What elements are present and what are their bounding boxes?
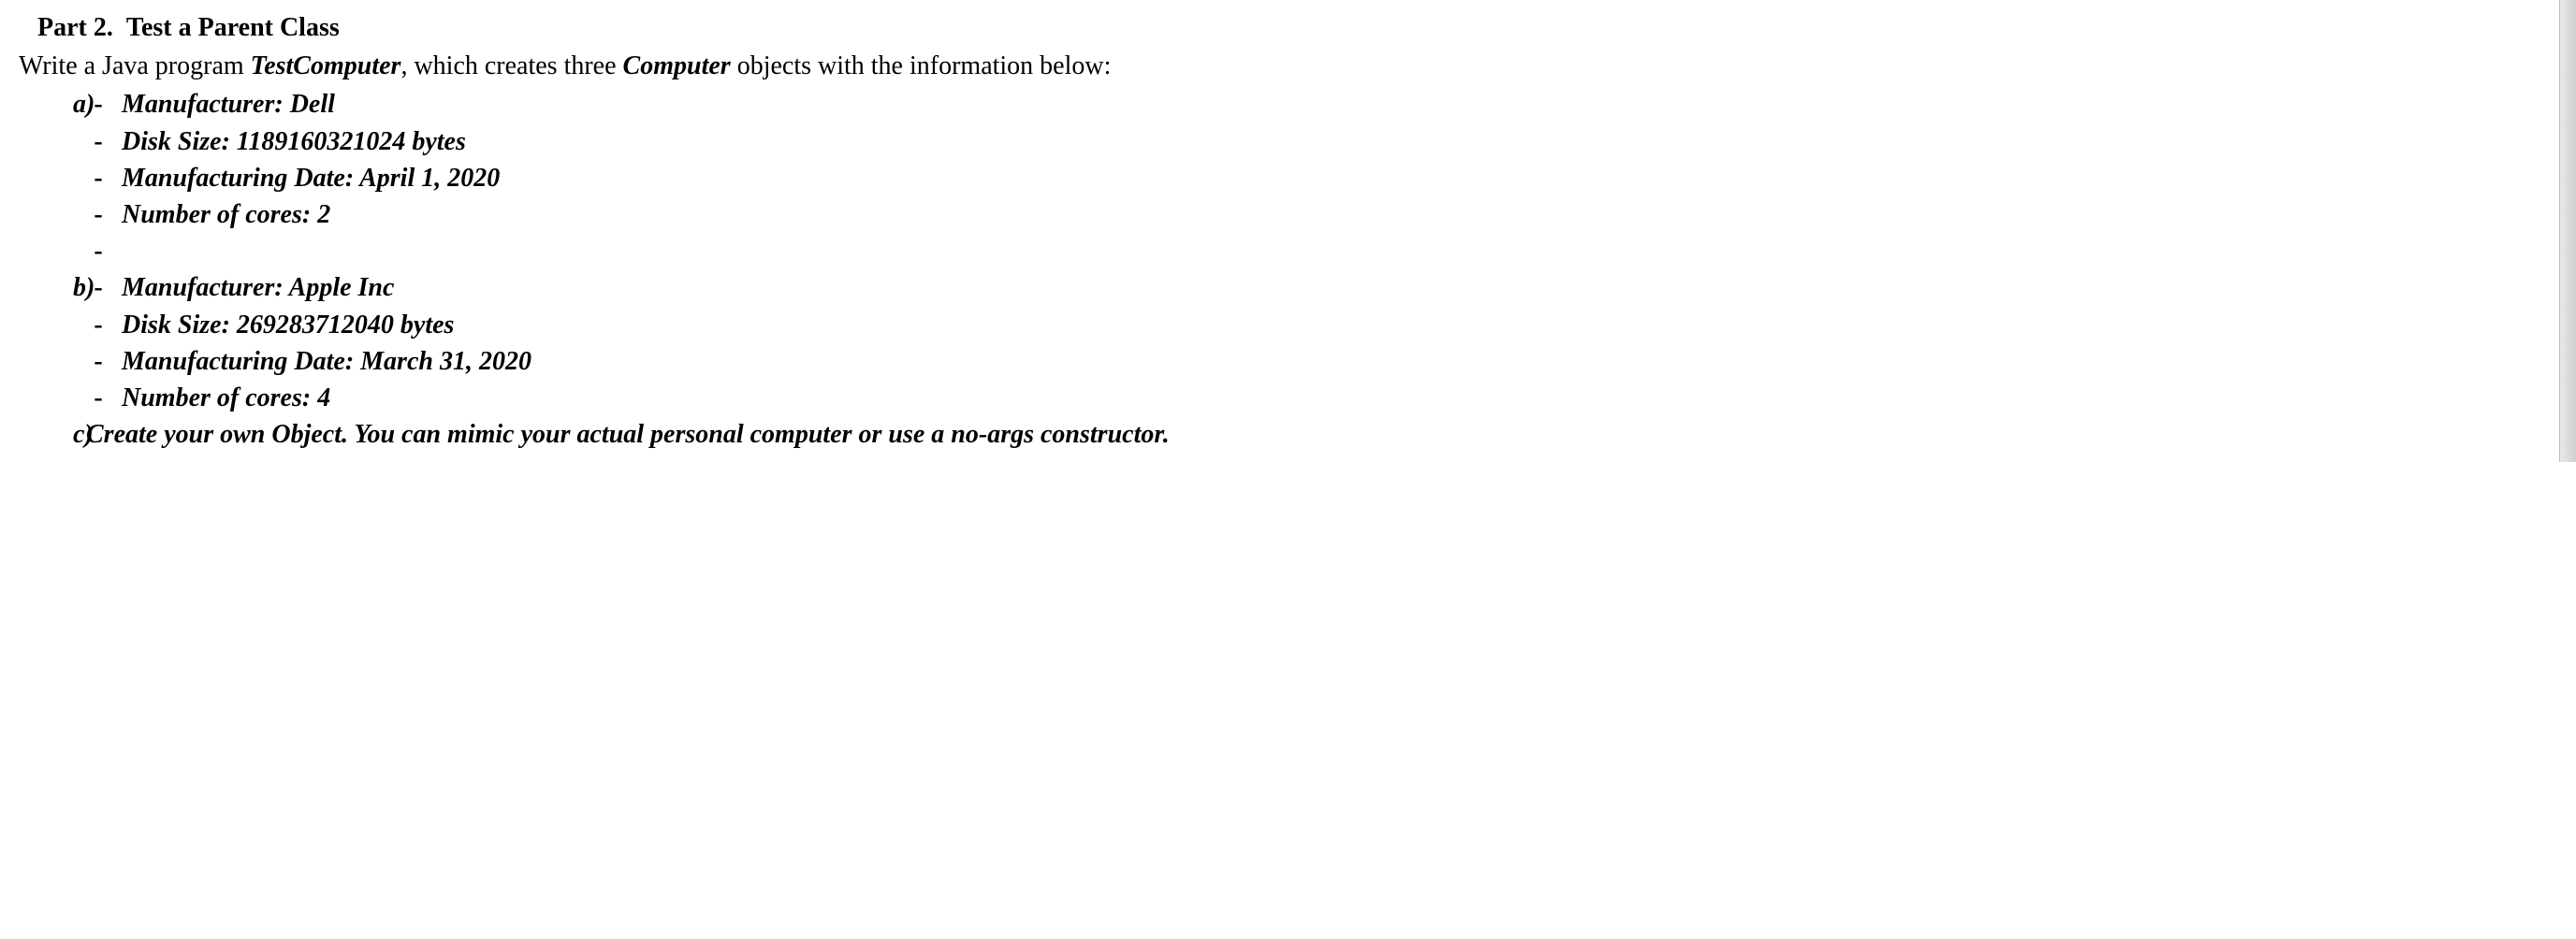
item-b-row-1: - Disk Size: 269283712040 bytes	[19, 307, 2576, 343]
section-heading: Part 2. Test a Parent Class	[37, 9, 2576, 46]
bullet-dash: -	[75, 343, 122, 380]
item-c-row: c) Create your own Object. You can mimic…	[19, 416, 2576, 453]
bullet-dash: -	[75, 86, 122, 123]
bullet-dash: -	[75, 160, 122, 196]
class-name: Computer	[623, 51, 731, 80]
part-label: Part 2.	[37, 13, 113, 42]
bullet-dash: -	[75, 123, 122, 160]
program-name: TestComputer	[251, 51, 401, 80]
intro-suffix: objects with the information below:	[731, 51, 1112, 80]
item-b-bullet-2: Manufacturing Date: March 31, 2020	[122, 343, 2576, 380]
part-title: Test a Parent Class	[126, 13, 340, 42]
bullet-dash: -	[75, 233, 122, 269]
item-c-marker: c)	[19, 416, 75, 453]
item-a-bullet-2: Manufacturing Date: April 1, 2020	[122, 160, 2576, 196]
item-b-row-3: - Number of cores: 4	[19, 380, 2576, 416]
item-a-bullet-3: Number of cores: 2	[122, 196, 2576, 233]
item-b-bullet-0: Manufacturer: Apple Inc	[122, 269, 2576, 306]
item-a-row-1: - Disk Size: 1189160321024 bytes	[19, 123, 2576, 160]
item-b-bullet-1: Disk Size: 269283712040 bytes	[122, 307, 2576, 343]
vertical-scrollbar[interactable]	[2559, 0, 2576, 462]
item-c-text: Create your own Object. You can mimic yo…	[75, 416, 2576, 453]
item-b-marker: b)	[19, 269, 75, 306]
item-a-bullet-0: Manufacturer: Dell	[122, 86, 2576, 123]
bullet-dash: -	[75, 380, 122, 416]
bullet-dash: -	[75, 307, 122, 343]
intro-mid: , which creates three	[400, 51, 622, 80]
item-b-row-2: - Manufacturing Date: March 31, 2020	[19, 343, 2576, 380]
item-a-bullet-1: Disk Size: 1189160321024 bytes	[122, 123, 2576, 160]
bullet-dash: -	[75, 269, 122, 306]
item-b-bullet-3: Number of cores: 4	[122, 380, 2576, 416]
item-a-row-blank: -	[19, 233, 2576, 269]
intro-prefix: Write a Java program	[19, 51, 251, 80]
bullet-dash: -	[75, 196, 122, 233]
item-a-marker: a)	[19, 86, 75, 123]
item-a-row-2: - Manufacturing Date: April 1, 2020	[19, 160, 2576, 196]
item-a-row-0: a) - Manufacturer: Dell	[19, 86, 2576, 123]
intro-paragraph: Write a Java program TestComputer, which…	[19, 48, 2576, 84]
item-b-row-0: b) - Manufacturer: Apple Inc	[19, 269, 2576, 306]
item-a-row-3: - Number of cores: 2	[19, 196, 2576, 233]
